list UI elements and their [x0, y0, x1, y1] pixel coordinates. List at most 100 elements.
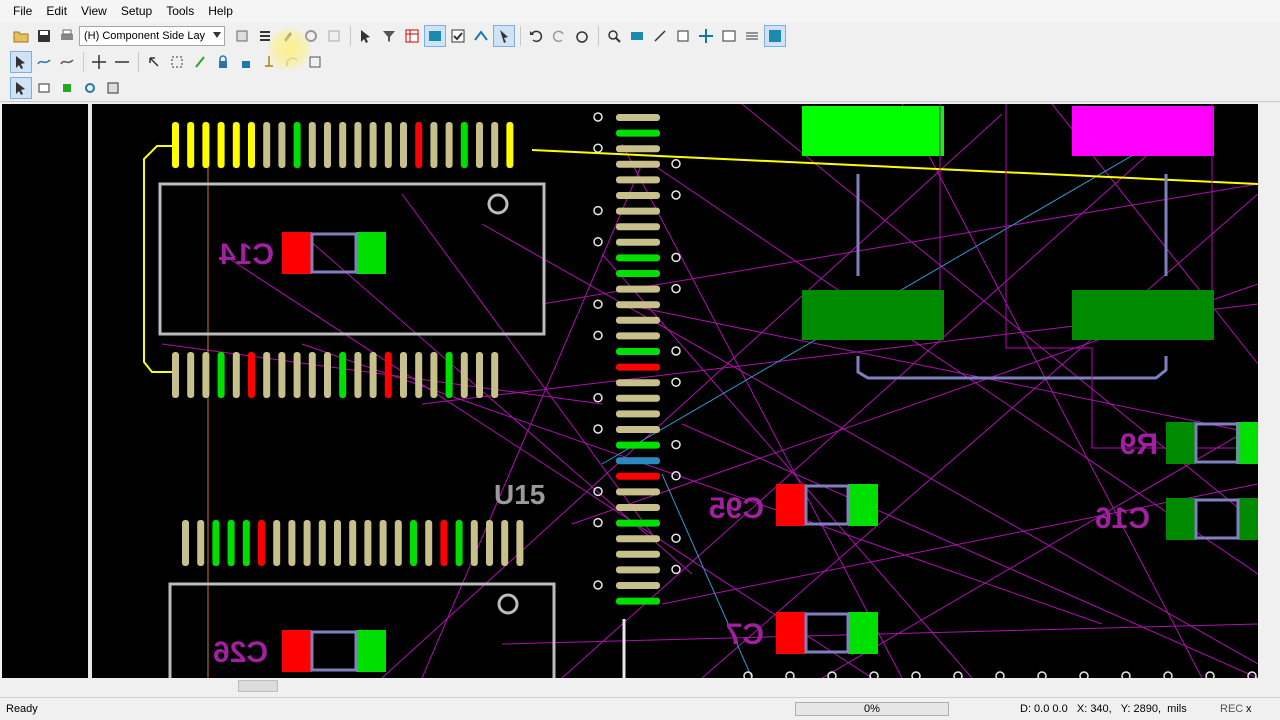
connector-pad	[616, 472, 660, 480]
connector-pad	[616, 597, 660, 605]
menu-setup[interactable]: Setup	[114, 2, 159, 20]
connector-pad	[616, 114, 660, 121]
check-icon[interactable]	[447, 25, 469, 47]
ic-pad	[486, 520, 493, 566]
pointer-icon[interactable]	[10, 77, 32, 99]
board-edge	[88, 104, 92, 678]
filter-icon[interactable]	[378, 25, 400, 47]
scroll-thumb[interactable]	[238, 680, 278, 692]
via	[593, 424, 603, 434]
pad-darkgreen	[1166, 422, 1196, 464]
layer-select[interactable]: (H) Component Side Lay	[79, 26, 225, 46]
pcb-canvas[interactable]: C14 U15 C95 C7 C16 R9 C26	[2, 104, 1258, 678]
print-icon[interactable]	[56, 25, 78, 47]
redraw-icon[interactable]	[571, 25, 593, 47]
lock-icon[interactable]	[212, 51, 234, 73]
menu-file[interactable]: File	[6, 2, 39, 20]
horizontal-scrollbar[interactable]	[2, 678, 1258, 694]
connector-pad	[616, 410, 660, 418]
stretch-icon[interactable]	[111, 51, 133, 73]
redo-icon[interactable]	[548, 25, 570, 47]
move-icon[interactable]	[88, 51, 110, 73]
layer-icon[interactable]	[231, 25, 253, 47]
ic-pad	[182, 520, 189, 566]
ic-pad	[187, 122, 195, 168]
dynamic-route-icon[interactable]	[56, 51, 78, 73]
ic-pad	[303, 520, 311, 566]
select-pin-icon[interactable]	[79, 77, 101, 99]
copy-icon[interactable]	[304, 51, 326, 73]
unlock-icon[interactable]	[235, 51, 257, 73]
ic-pad	[430, 352, 438, 398]
vertical-scrollbar[interactable]	[1258, 104, 1276, 678]
zoom-board-icon[interactable]	[626, 25, 648, 47]
grid-icon[interactable]	[424, 25, 446, 47]
ic-pad	[415, 352, 423, 398]
connector-pad	[616, 441, 660, 449]
connector-pads	[593, 112, 681, 605]
ic-pad	[445, 122, 453, 168]
label-c7: C7	[726, 618, 764, 651]
menu-help[interactable]: Help	[201, 2, 240, 20]
zoom-prev-icon[interactable]	[672, 25, 694, 47]
via	[593, 299, 603, 309]
pin1-marker	[487, 193, 509, 215]
arrow-up-left-icon[interactable]	[143, 51, 165, 73]
u15-pad-row	[182, 520, 524, 566]
select-net-icon[interactable]	[56, 77, 78, 99]
select-icon[interactable]	[355, 25, 377, 47]
connector-pad	[616, 504, 660, 511]
table-icon[interactable]	[401, 25, 423, 47]
brush-icon[interactable]	[277, 25, 299, 47]
route-icon[interactable]	[470, 25, 492, 47]
zoom-icon[interactable]	[603, 25, 625, 47]
save-icon[interactable]	[33, 25, 55, 47]
window-icon[interactable]	[718, 25, 740, 47]
ic-pad	[430, 122, 438, 168]
open-icon[interactable]	[10, 25, 32, 47]
layers-icon[interactable]	[741, 25, 763, 47]
connector-pad	[616, 363, 660, 371]
ic-pad	[308, 352, 316, 398]
ic-pad	[288, 520, 296, 566]
component-icon[interactable]	[323, 25, 345, 47]
pan-icon[interactable]	[695, 25, 717, 47]
refresh-icon[interactable]	[300, 25, 322, 47]
ic-outline	[158, 182, 546, 336]
undo-icon[interactable]	[525, 25, 547, 47]
highlight-icon[interactable]	[493, 25, 515, 47]
menu-tools[interactable]: Tools	[159, 2, 201, 20]
ic-pad	[470, 520, 478, 566]
via-icon[interactable]	[258, 51, 280, 73]
via	[593, 143, 603, 153]
ic-pad-row-middle	[172, 352, 499, 398]
ic-pad	[364, 520, 372, 566]
pad-red	[282, 630, 312, 672]
arc-icon[interactable]	[281, 51, 303, 73]
select-via-icon[interactable]	[102, 77, 124, 99]
zoom-in-icon[interactable]	[649, 25, 671, 47]
ic-pad	[516, 520, 524, 566]
via	[593, 517, 603, 528]
separator	[350, 26, 351, 46]
close-icon[interactable]: x	[1246, 703, 1252, 715]
list-icon[interactable]	[254, 25, 276, 47]
settings-icon[interactable]	[764, 25, 786, 47]
select-component-icon[interactable]	[33, 77, 55, 99]
ic-pad	[293, 122, 301, 168]
area-select-icon[interactable]	[166, 51, 188, 73]
trace-icon[interactable]	[189, 51, 211, 73]
menu-view[interactable]: View	[74, 2, 114, 20]
progress-text: 0%	[864, 703, 880, 715]
pad-red	[282, 232, 312, 274]
separator	[598, 26, 599, 46]
connector-pad	[616, 160, 660, 168]
via	[593, 237, 603, 247]
label-c14: C14	[219, 238, 274, 271]
via	[593, 205, 603, 216]
select-mode-icon[interactable]	[10, 51, 32, 73]
menu-edit[interactable]: Edit	[39, 2, 74, 20]
ic-pad	[197, 520, 205, 566]
add-route-icon[interactable]	[33, 51, 55, 73]
separator	[83, 52, 84, 72]
